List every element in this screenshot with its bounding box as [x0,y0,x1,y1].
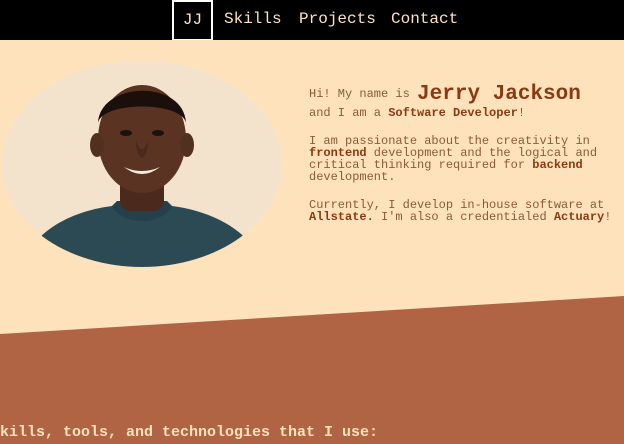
greeting-prefix: Hi! My name is [309,87,418,101]
p2-text-c: development. [309,170,396,184]
backend-keyword: backend [532,158,583,172]
intro-greeting: Hi! My name is Jerry Jackson and I am a … [309,84,624,120]
role-prefix: and I am a [309,106,389,120]
skills-section-background [0,296,624,444]
intro-current-paragraph: Currently, I develop in-house software a… [309,199,624,223]
navbar: JJ Skills Projects Contact [0,0,624,41]
intro-passion-paragraph: I am passionate about the creativity in … [309,135,624,183]
nav-logo-button[interactable]: JJ [172,0,213,41]
actuary-keyword: Actuary [553,210,605,224]
role-suffix: ! [517,106,526,120]
profile-photo-illustration [2,61,282,267]
skills-heading: kills, tools, and technologies that I us… [0,424,379,441]
profile-photo [2,61,282,267]
p3-text-c: ! [604,210,612,224]
intro-text: Hi! My name is Jerry Jackson and I am a … [309,84,624,223]
nav-link-contact[interactable]: Contact [391,0,458,40]
company-name: Allstate. [309,210,374,224]
p3-text-b: I'm also a credentialed [373,210,554,224]
developer-role: Software Developer [388,106,518,120]
nav-link-skills[interactable]: Skills [224,0,282,40]
developer-name: Jerry Jackson [417,83,581,106]
nav-link-projects[interactable]: Projects [299,0,376,40]
